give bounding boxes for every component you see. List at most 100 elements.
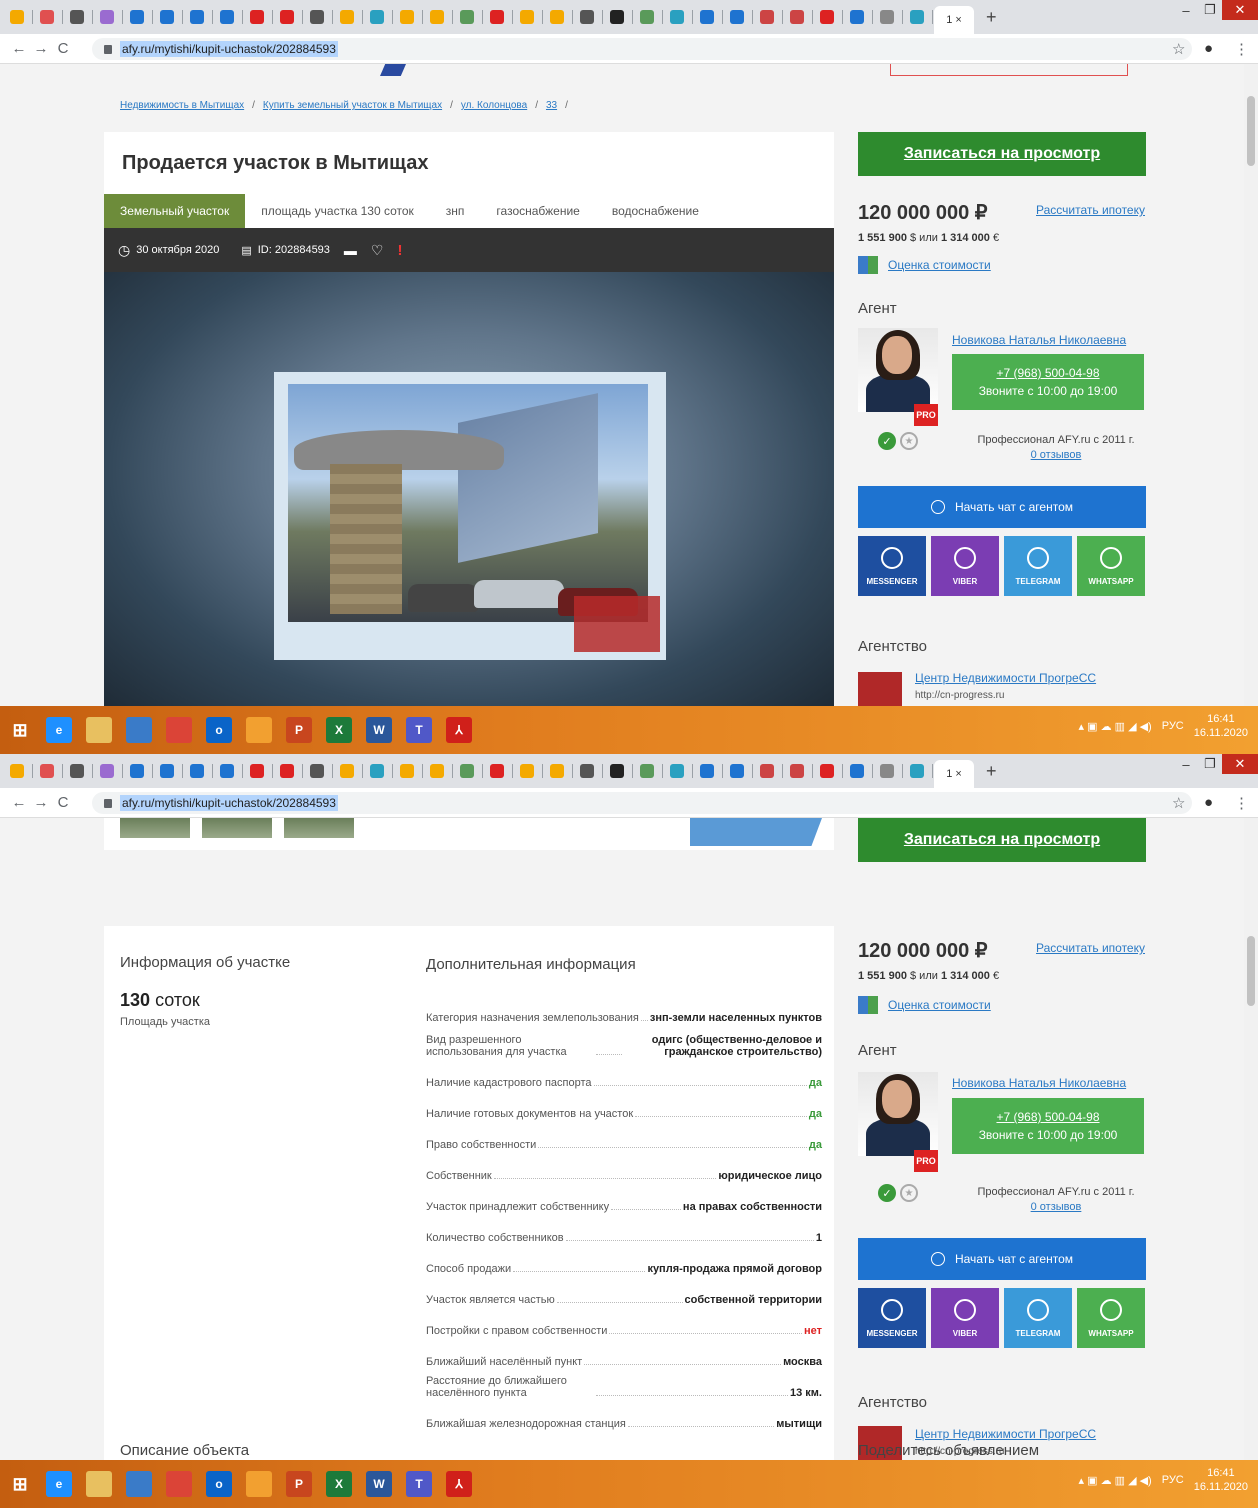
browser-tab[interactable] xyxy=(334,5,363,29)
browser-tab[interactable] xyxy=(364,759,393,783)
chip-category[interactable]: знп xyxy=(430,194,481,228)
browser-tab[interactable] xyxy=(694,759,723,783)
report-icon[interactable]: ! xyxy=(397,242,402,259)
browser-tab[interactable] xyxy=(124,759,153,783)
browser-tab[interactable] xyxy=(184,759,213,783)
page-scrollbar[interactable] xyxy=(1244,64,1258,706)
tray-icons[interactable]: ▴ ▣ ☁ ▥ ◢ ◀) xyxy=(1079,720,1152,733)
browser-tab[interactable] xyxy=(394,5,423,29)
browser-tab[interactable] xyxy=(184,5,213,29)
browser-tab[interactable] xyxy=(754,5,783,29)
messenger-button[interactable]: TELEGRAM xyxy=(1004,1288,1072,1348)
chat-with-agent-button[interactable]: Начать чат с агентом xyxy=(858,486,1146,528)
ie-icon[interactable]: e xyxy=(46,717,72,743)
browser-tab[interactable] xyxy=(244,759,273,783)
browser-tab[interactable] xyxy=(64,759,93,783)
browser-tab[interactable] xyxy=(244,5,273,29)
browser-tab[interactable] xyxy=(484,5,513,29)
browser-tab[interactable] xyxy=(724,5,753,29)
browser-tab[interactable] xyxy=(634,759,663,783)
browser-tab[interactable] xyxy=(214,759,243,783)
browser-tab[interactable] xyxy=(274,5,303,29)
breadcrumb-link[interactable]: Купить земельный участок в Мытищах xyxy=(263,100,442,111)
browser-tab[interactable] xyxy=(574,5,603,29)
agency-name-link[interactable]: Центр Недвижимости ПрогреСС xyxy=(915,671,1096,685)
messenger-button[interactable]: MESSENGER xyxy=(858,1288,926,1348)
ie-icon[interactable]: e xyxy=(46,1471,72,1497)
browser-tab[interactable] xyxy=(664,759,693,783)
messenger-button[interactable]: VIBER xyxy=(931,1288,999,1348)
browser-tab[interactable] xyxy=(664,5,693,29)
browser-tab[interactable] xyxy=(604,5,633,29)
browser-tab[interactable] xyxy=(34,5,63,29)
browser-tab[interactable] xyxy=(4,5,33,29)
photo-thumbnail[interactable] xyxy=(284,818,354,838)
powerpoint-icon[interactable]: P xyxy=(286,1471,312,1497)
active-tab[interactable]: 1 × xyxy=(934,760,974,788)
photo-thumbnail[interactable] xyxy=(120,818,190,838)
browser-tab[interactable] xyxy=(454,759,483,783)
agent-name-link[interactable]: Новикова Наталья Николаевна xyxy=(952,1076,1126,1090)
browser-tab[interactable] xyxy=(94,759,123,783)
browser-tab[interactable] xyxy=(94,5,123,29)
minimize-icon[interactable]: – xyxy=(1174,0,1198,20)
browser-tab[interactable] xyxy=(454,5,483,29)
new-tab-icon[interactable]: + xyxy=(986,761,997,782)
profile-icon[interactable]: ● xyxy=(1204,40,1213,57)
menu-kebab-icon[interactable]: ⋮ xyxy=(1234,40,1249,58)
messenger-button[interactable]: VIBER xyxy=(931,536,999,596)
chrome-icon[interactable] xyxy=(166,1471,192,1497)
maximize-icon[interactable]: ❐ xyxy=(1198,754,1222,774)
forward-icon[interactable]: → xyxy=(30,794,52,811)
word-icon[interactable]: W xyxy=(366,1471,392,1497)
chart-app-icon[interactable] xyxy=(246,717,272,743)
reload-icon[interactable]: C xyxy=(52,794,74,811)
browser-tab[interactable] xyxy=(814,759,843,783)
browser-tab[interactable] xyxy=(904,759,933,783)
outlook-icon[interactable]: o xyxy=(206,717,232,743)
agent-name-link[interactable]: Новикова Наталья Николаевна xyxy=(952,333,1126,347)
browser-tab[interactable] xyxy=(694,5,723,29)
chip-water[interactable]: водоснабжение xyxy=(596,194,715,228)
browser-tab[interactable] xyxy=(394,759,423,783)
browser-tab[interactable] xyxy=(514,759,543,783)
estimate-link[interactable]: Оценка стоимости xyxy=(858,996,991,1014)
teams-icon[interactable]: T xyxy=(406,717,432,743)
tray-icons[interactable]: ▴ ▣ ☁ ▥ ◢ ◀) xyxy=(1079,1474,1152,1487)
acrobat-icon[interactable]: ⅄ xyxy=(446,717,472,743)
browser-tab[interactable] xyxy=(364,5,393,29)
browser-tab[interactable] xyxy=(4,759,33,783)
agent-avatar[interactable] xyxy=(858,1072,938,1156)
chrome-icon[interactable] xyxy=(166,717,192,743)
profile-icon[interactable]: ● xyxy=(1204,794,1213,811)
language-indicator[interactable]: РУС xyxy=(1162,720,1184,732)
photo-thumbnail[interactable] xyxy=(202,818,272,838)
excel-icon[interactable]: X xyxy=(326,1471,352,1497)
messenger-button[interactable]: TELEGRAM xyxy=(1004,536,1072,596)
mortgage-link[interactable]: Рассчитать ипотеку xyxy=(1036,203,1145,217)
close-window-icon[interactable]: ✕ xyxy=(1222,754,1258,774)
word-icon[interactable]: W xyxy=(366,717,392,743)
outlook-icon[interactable]: o xyxy=(206,1471,232,1497)
start-button[interactable]: ⊞ xyxy=(0,1464,40,1504)
maximize-icon[interactable]: ❐ xyxy=(1198,0,1222,20)
browser-tab[interactable] xyxy=(874,759,903,783)
agent-avatar[interactable] xyxy=(858,328,938,412)
browser-tab[interactable] xyxy=(34,759,63,783)
forward-icon[interactable]: → xyxy=(30,40,52,57)
clock[interactable]: 16:41 16.11.2020 xyxy=(1194,1466,1248,1494)
agent-phone-button[interactable]: +7 (968) 500-04-98 Звоните с 10:00 до 19:… xyxy=(952,354,1144,410)
browser-tab[interactable] xyxy=(274,759,303,783)
breadcrumb-link[interactable]: Недвижимость в Мытищах xyxy=(120,100,244,111)
browser-tab[interactable] xyxy=(574,759,603,783)
new-tab-icon[interactable]: + xyxy=(986,7,997,28)
chip-area[interactable]: площадь участка 130 соток xyxy=(245,194,430,228)
browser-tab[interactable] xyxy=(784,759,813,783)
browser-tab[interactable] xyxy=(154,5,183,29)
explorer-icon[interactable] xyxy=(86,1471,112,1497)
language-indicator[interactable]: РУС xyxy=(1162,1474,1184,1486)
browser-tab[interactable] xyxy=(334,759,363,783)
browser-tab[interactable] xyxy=(604,759,633,783)
browser-tab[interactable] xyxy=(304,5,333,29)
browser-tab[interactable] xyxy=(634,5,663,29)
